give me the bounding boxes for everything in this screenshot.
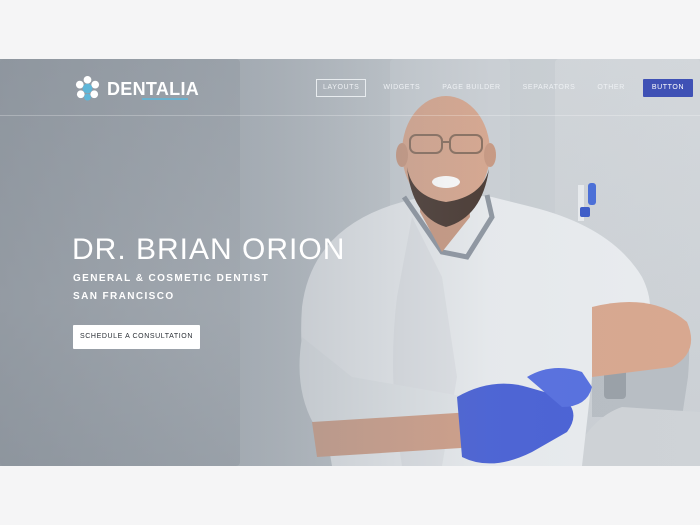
brand-tagline-bar (142, 98, 188, 100)
hero-section: DENTALIA LAYOUTS WIDGETS PAGE BUILDER SE… (0, 59, 700, 466)
nav-item-widgets[interactable]: WIDGETS (383, 79, 420, 97)
nav-item-other[interactable]: OTHER (597, 79, 625, 97)
hero-subtitle-location: SAN FRANCISCO (73, 291, 175, 302)
main-nav: LAYOUTS WIDGETS PAGE BUILDER SEPARATORS … (316, 79, 694, 97)
nav-item-separators[interactable]: SEPARATORS (523, 79, 576, 97)
hero-subtitle-specialty: GENERAL & COSMETIC DENTIST (73, 273, 270, 284)
brand-logo[interactable]: DENTALIA (74, 75, 199, 102)
header-divider (0, 115, 700, 116)
nav-button[interactable]: BUTTON (642, 79, 694, 97)
brand-name: DENTALIA (107, 78, 200, 99)
nav-item-layouts[interactable]: LAYOUTS (316, 79, 367, 97)
hero-title: DR. BRIAN ORION (72, 233, 346, 266)
logo-flower-icon (75, 75, 100, 101)
schedule-consultation-button[interactable]: SCHEDULE A CONSULTATION (73, 325, 200, 349)
nav-item-page-builder[interactable]: PAGE BUILDER (442, 79, 500, 97)
